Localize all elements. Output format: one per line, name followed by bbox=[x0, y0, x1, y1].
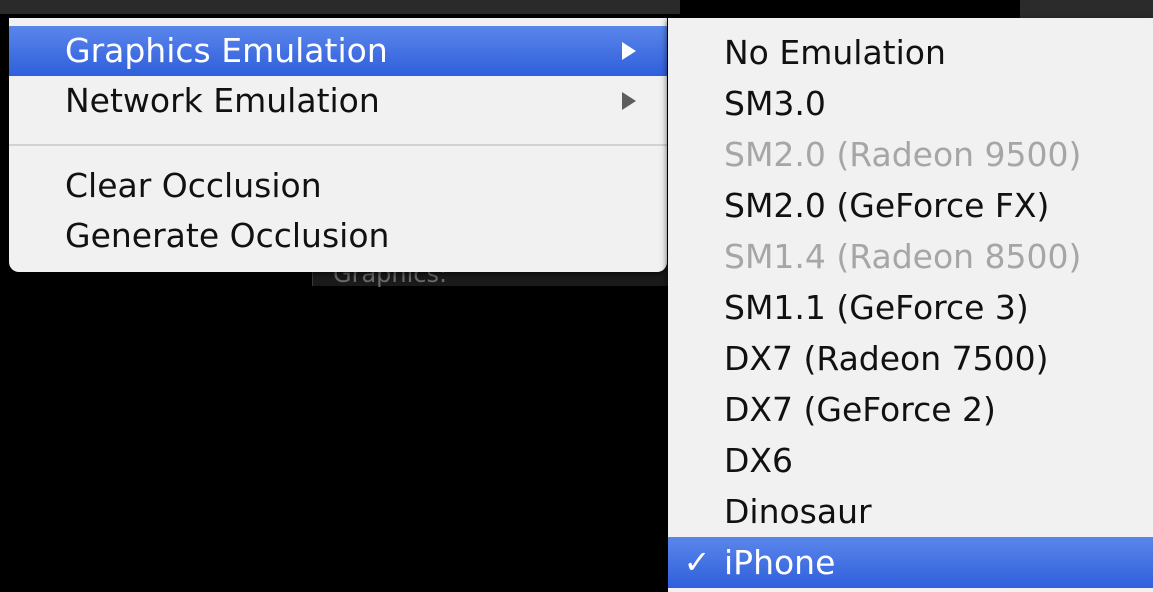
menu-item-label: Network Emulation bbox=[65, 81, 380, 120]
submenu-item-sm30[interactable]: SM3.0 bbox=[668, 78, 1153, 129]
submenu-item-dinosaur[interactable]: Dinosaur bbox=[668, 486, 1153, 537]
screen: Graphics: Graphics Emulation Network Emu… bbox=[0, 0, 1153, 592]
context-menu: Graphics Emulation Network Emulation Cle… bbox=[9, 18, 667, 272]
triangle-right-icon bbox=[617, 26, 641, 76]
triangle-right-icon bbox=[617, 76, 641, 126]
graphics-emulation-submenu: No Emulation SM3.0 SM2.0 (Radeon 9500) S… bbox=[668, 18, 1153, 592]
menu-item-clear-occlusion[interactable]: Clear Occlusion bbox=[9, 161, 667, 211]
checkmark-icon: ✓ bbox=[683, 543, 711, 581]
submenu-item-sm20-radeon-9500: SM2.0 (Radeon 9500) bbox=[724, 135, 1082, 174]
menu-item-label: Graphics Emulation bbox=[65, 31, 388, 70]
menu-item-graphics-emulation[interactable]: Graphics Emulation bbox=[9, 26, 667, 76]
menu-item-generate-occlusion[interactable]: Generate Occlusion bbox=[9, 211, 667, 261]
menu-item-network-emulation[interactable]: Network Emulation bbox=[9, 76, 667, 126]
submenu-item-dx7-radeon-7500[interactable]: DX7 (Radeon 7500) bbox=[668, 333, 1153, 384]
submenu-item-dx7-geforce-2[interactable]: DX7 (GeForce 2) bbox=[668, 384, 1153, 435]
menu-separator bbox=[9, 144, 667, 146]
submenu-item-sm14-radeon-8500: SM1.4 (Radeon 8500) bbox=[724, 237, 1082, 276]
background-window-top bbox=[0, 0, 680, 14]
submenu-item-label: iPhone bbox=[724, 543, 836, 582]
submenu-item-iphone[interactable]: ✓ iPhone bbox=[668, 537, 1153, 588]
submenu-item-dx6[interactable]: DX6 bbox=[668, 435, 1153, 486]
submenu-item-sm20-geforce-fx[interactable]: SM2.0 (GeForce FX) bbox=[668, 180, 1153, 231]
submenu-item-sm11-geforce-3[interactable]: SM1.1 (GeForce 3) bbox=[668, 282, 1153, 333]
submenu-item-no-emulation[interactable]: No Emulation bbox=[668, 27, 1153, 78]
